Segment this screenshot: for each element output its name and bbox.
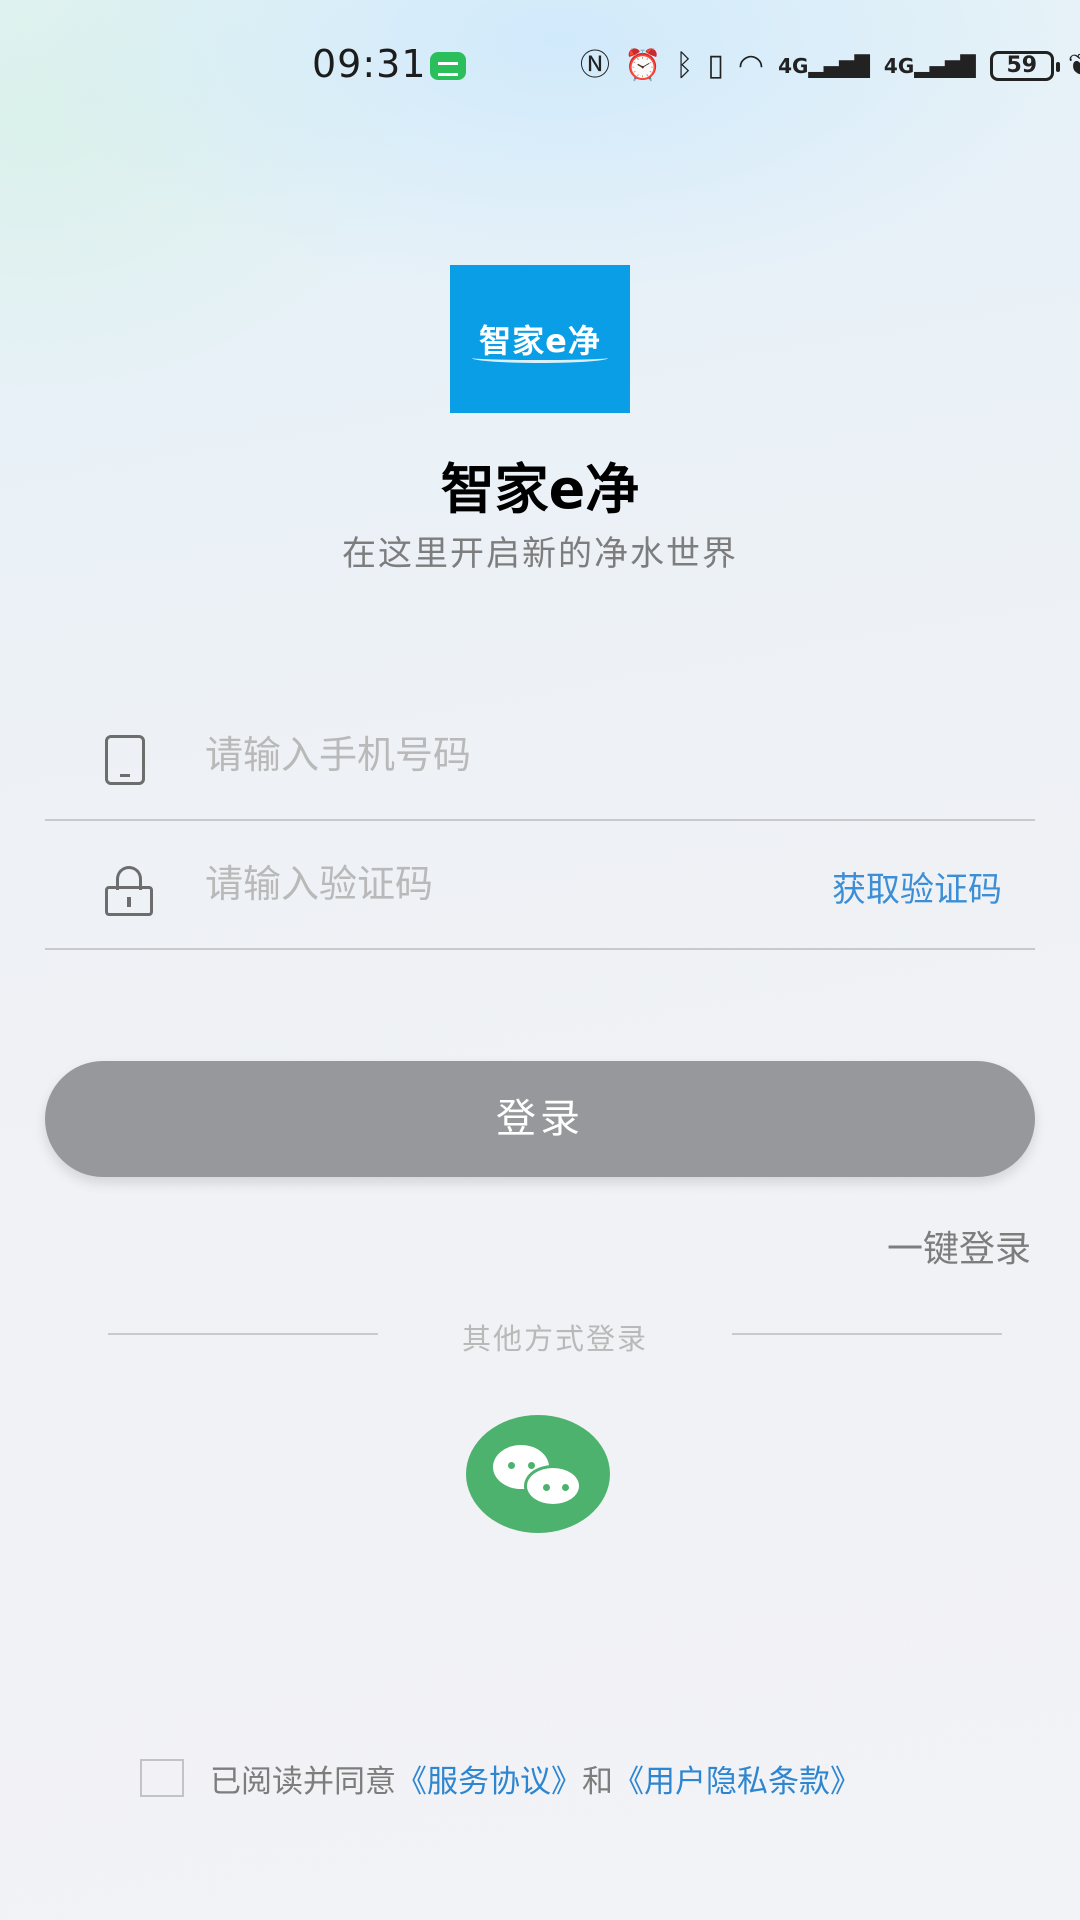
other-login-label: 其他方式登录 [461, 1322, 648, 1356]
wifi-icon: ◠ [737, 48, 765, 83]
lock-icon [105, 866, 153, 916]
leaf-icon: ❦ [1068, 44, 1080, 88]
privacy-policy-link[interactable]: 《用户隐私条款》 [613, 1756, 861, 1801]
get-code-button[interactable]: 获取验证码 [832, 862, 1002, 911]
status-icons: Ⓝ ⏰ ᛒ ▯ ◠ 4G▂▄▆█ 4G▂▄▆█ 59 ❦ [580, 44, 1080, 88]
vibrate-icon: ▯ [707, 48, 724, 83]
agreement-conjunction: 和 [582, 1763, 613, 1800]
app-logo: 智家e净 [450, 265, 630, 413]
phone-icon [105, 735, 145, 785]
divider-right [732, 1333, 1002, 1335]
status-bar: 09:31 Ⓝ ⏰ ᛒ ▯ ◠ 4G▂▄▆█ 4G▂▄▆█ 59 ❦ [0, 0, 1080, 130]
nfc-icon: Ⓝ [580, 48, 610, 83]
one-key-login-link[interactable]: 一键登录 [887, 1220, 1031, 1272]
app-subtitle: 在这里开启新的净水世界 [342, 534, 738, 574]
alarm-icon: ⏰ [624, 48, 662, 83]
service-agreement-link[interactable]: 《服务协议》 [396, 1756, 582, 1801]
status-time: 09:31 [312, 42, 427, 86]
phone-field [45, 693, 1035, 821]
signal-4g-icon: 4G▂▄▆█ [778, 54, 870, 78]
agreement-checkbox[interactable] [140, 1759, 184, 1797]
agreement-row: 已阅读并同意 《服务协议》 和 《用户隐私条款》 [140, 1756, 861, 1801]
signal-4g-icon: 4G▂▄▆█ [883, 54, 976, 78]
login-button[interactable]: 登录 [45, 1061, 1035, 1177]
phone-input[interactable] [205, 723, 805, 787]
code-field: 获取验证码 [45, 822, 1035, 950]
agreement-prefix: 已阅读并同意 [210, 1763, 396, 1800]
logo-wave [472, 353, 608, 363]
code-input[interactable] [205, 852, 645, 916]
wechat-login-button[interactable] [466, 1415, 610, 1533]
app-title: 智家e净 [440, 458, 640, 521]
bluetooth-icon: ᛒ [675, 48, 694, 83]
battery-icon: 59 [989, 51, 1060, 81]
message-icon [430, 52, 466, 80]
